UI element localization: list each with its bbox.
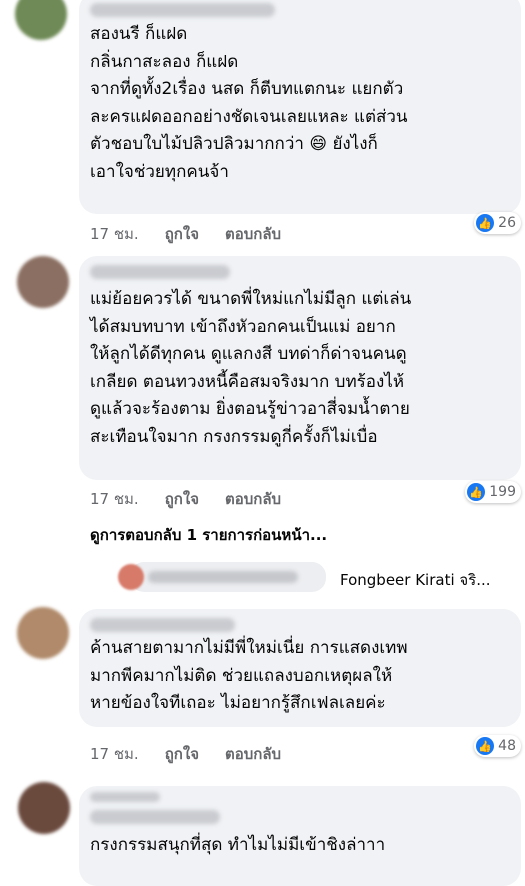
- reply-button[interactable]: ตอบกลับ: [225, 222, 281, 246]
- reply-avatar[interactable]: [118, 564, 144, 590]
- comment-time[interactable]: 17 ชม.: [90, 742, 139, 766]
- commenter-avatar[interactable]: [18, 782, 70, 834]
- reply-button[interactable]: ตอบกลับ: [225, 742, 281, 766]
- like-reaction-icon: 👍: [476, 737, 495, 755]
- reply-preview[interactable]: Fongbeer Kirati จริ...: [118, 558, 525, 598]
- comment-actions: 17 ชม. ถูกใจ ตอบกลับ: [90, 487, 281, 511]
- commenter-name-blurred[interactable]: [90, 3, 275, 17]
- view-previous-replies-link[interactable]: ดูการตอบกลับ 1 รายการก่อนหน้า...: [90, 523, 327, 547]
- comment-bubble: ค้านสายตามากไม่มีพี่ใหม่เนี่ย การแสดงเทพ…: [79, 609, 521, 727]
- comment-time[interactable]: 17 ชม.: [90, 222, 139, 246]
- reply-button[interactable]: ตอบกลับ: [225, 487, 281, 511]
- comment-text: แม่ย้อยควรได้ ขนาดพี่ใหม่แกไม่มีลูก แต่เ…: [90, 289, 412, 447]
- like-button[interactable]: ถูกใจ: [165, 487, 199, 511]
- commenter-avatar[interactable]: [15, 0, 67, 40]
- commenter-avatar[interactable]: [17, 256, 69, 308]
- like-reaction-icon: 👍: [467, 483, 486, 501]
- like-reaction-icon: 👍: [476, 214, 495, 232]
- comment-bubble: แม่ย้อยควรได้ ขนาดพี่ใหม่แกไม่มีลูก แต่เ…: [79, 256, 521, 480]
- reply-preview-author[interactable]: Fongbeer Kirati จริ...: [340, 568, 491, 592]
- commenter-name-blurred[interactable]: [90, 265, 230, 279]
- reply-preview-blurred: [130, 562, 326, 592]
- comment-text: ค้านสายตามากไม่มีพี่ใหม่เนี่ย การแสดงเทพ…: [90, 638, 408, 713]
- commenter-avatar[interactable]: [17, 607, 69, 659]
- reaction-number: 48: [498, 738, 516, 754]
- like-button[interactable]: ถูกใจ: [165, 742, 199, 766]
- comment-bubble: สองนรี ก็แฝด กลิ่นกาสะลอง ก็แฝด จากที่ดู…: [79, 0, 521, 214]
- commenter-name-blurred[interactable]: [90, 810, 220, 824]
- commenter-badge-blurred: [90, 792, 160, 802]
- reaction-count[interactable]: 👍 48: [474, 735, 521, 757]
- comment-actions: 17 ชม. ถูกใจ ตอบกลับ: [90, 222, 281, 246]
- comment-text: กรงกรรมสนุกที่สุด ทำไมไม่มีเข้าชิงล่าาา: [90, 835, 386, 855]
- reaction-count[interactable]: 👍 26: [474, 212, 521, 234]
- reaction-number: 199: [489, 484, 516, 500]
- comment-time[interactable]: 17 ชม.: [90, 487, 139, 511]
- comment-actions: 17 ชม. ถูกใจ ตอบกลับ: [90, 742, 281, 766]
- commenter-name-blurred[interactable]: [90, 618, 235, 632]
- reaction-count[interactable]: 👍 199: [465, 481, 521, 503]
- reaction-number: 26: [498, 215, 516, 231]
- comment-bubble: กรงกรรมสนุกที่สุด ทำไมไม่มีเข้าชิงล่าาา: [79, 786, 521, 886]
- like-button[interactable]: ถูกใจ: [165, 222, 199, 246]
- comment-text: สองนรี ก็แฝด กลิ่นกาสะลอง ก็แฝด จากที่ดู…: [90, 24, 408, 182]
